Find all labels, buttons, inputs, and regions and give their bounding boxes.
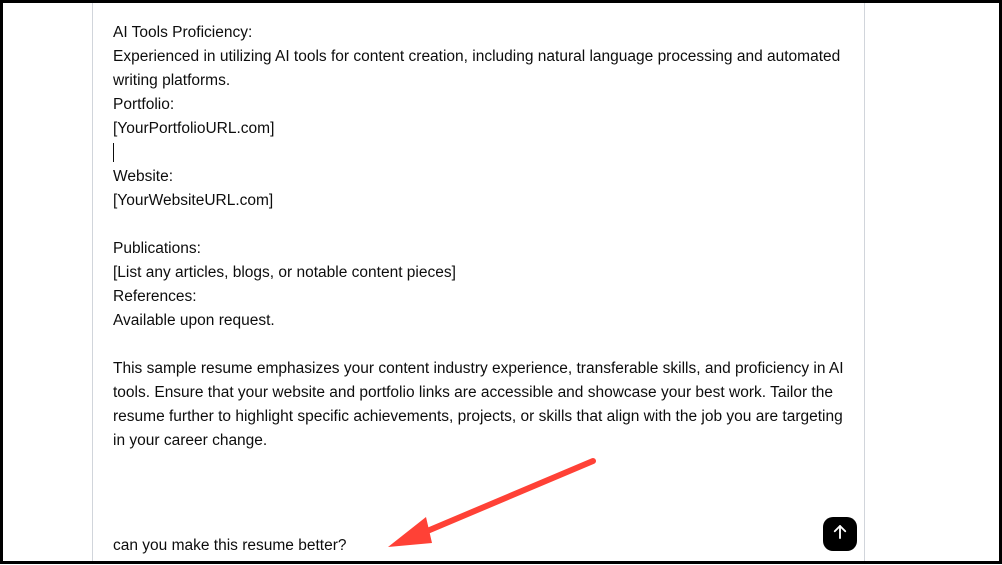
message-line: [YourWebsiteURL.com] [113,189,844,213]
message-line: Publications: [113,237,844,261]
blank-line [113,213,844,237]
message-line: Available upon request. [113,309,844,333]
user-input-text[interactable]: can you make this resume better? [113,537,346,555]
message-line: Website: [113,165,844,189]
message-line: Portfolio: [113,93,844,117]
text-cursor [113,141,844,165]
arrow-up-icon [831,523,849,546]
message-line: [List any articles, blogs, or notable co… [113,261,844,285]
blank-line [113,333,844,357]
message-line: References: [113,285,844,309]
app-frame: AI Tools Proficiency: Experienced in uti… [0,0,1002,564]
chat-panel: AI Tools Proficiency: Experienced in uti… [92,3,865,561]
send-button[interactable] [823,517,857,551]
assistant-message: AI Tools Proficiency: Experienced in uti… [113,21,844,453]
message-line: Experienced in utilizing AI tools for co… [113,45,844,93]
message-line: [YourPortfolioURL.com] [113,117,844,141]
message-line: AI Tools Proficiency: [113,21,844,45]
message-closing: This sample resume emphasizes your conte… [113,357,844,453]
